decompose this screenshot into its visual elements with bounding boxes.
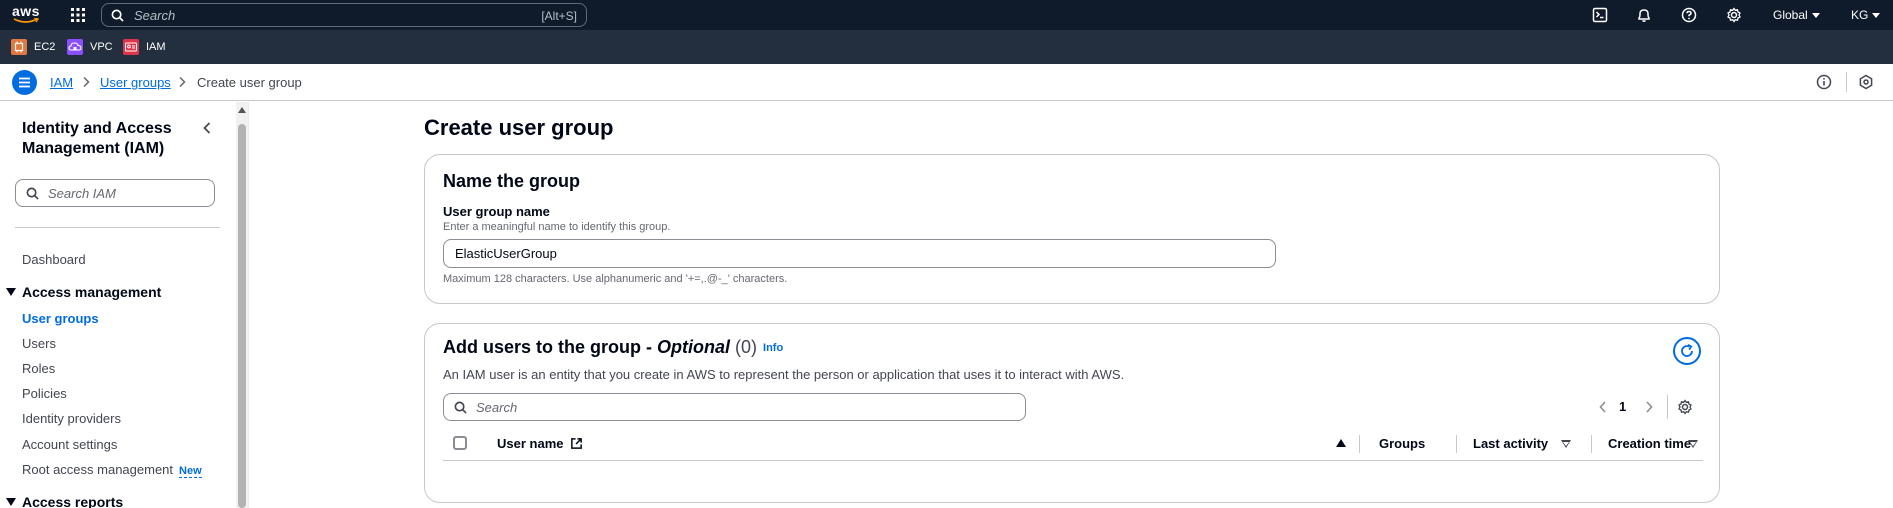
sidebar-item-policies[interactable]: Policies (22, 386, 67, 401)
column-label: User name (497, 436, 564, 451)
column-header-groups[interactable]: Groups (1379, 436, 1425, 451)
search-shortcut: [Alt+S] (541, 9, 577, 23)
column-header-user-name[interactable]: User name (497, 436, 583, 451)
column-divider (1456, 435, 1457, 453)
info-link[interactable]: Info (763, 342, 783, 354)
sort-indicator-icon[interactable] (1688, 440, 1698, 448)
aws-smile-icon (13, 18, 39, 23)
divider (1846, 72, 1847, 92)
breadcrumb-user-groups[interactable]: User groups (100, 75, 171, 90)
region-menu[interactable]: Global (1773, 8, 1820, 22)
settings-panel-icon[interactable] (1858, 74, 1874, 90)
iam-icon (123, 39, 139, 55)
region-label: Global (1773, 8, 1808, 22)
info-panel-icon[interactable] (1816, 74, 1832, 90)
sidebar-item-users[interactable]: Users (22, 336, 56, 351)
chevron-right-icon (83, 76, 90, 88)
scroll-thumb[interactable] (238, 124, 246, 508)
favorite-label: IAM (146, 41, 166, 53)
name-group-heading: Name the group (443, 171, 581, 191)
heading-prefix: Add users to the group - (443, 337, 657, 357)
expand-triangle-icon[interactable] (6, 498, 16, 506)
sidebar-item-account-settings[interactable]: Account settings (22, 437, 117, 452)
column-divider (1359, 435, 1360, 453)
sidebar-item-root-access-management[interactable]: Root access management New (22, 462, 202, 478)
new-badge: New (179, 465, 202, 478)
sidebar-section-access-reports[interactable]: Access reports (22, 494, 123, 508)
sidebar-section-access-management[interactable]: Access management (22, 284, 161, 300)
user-group-name-input[interactable] (443, 239, 1276, 268)
sidebar-item-user-groups[interactable]: User groups (22, 311, 99, 326)
table-header-row: User name Groups Last activity Creation … (443, 425, 1703, 461)
sidebar-search-placeholder: Search IAM (48, 186, 116, 201)
expand-triangle-icon[interactable] (6, 288, 16, 296)
pager-divider (1667, 395, 1668, 419)
users-count: (0) (735, 337, 758, 357)
column-header-last-activity[interactable]: Last activity (1473, 436, 1548, 451)
sidebar-scrollbar[interactable] (236, 102, 248, 508)
sort-indicator-icon[interactable] (1561, 440, 1571, 448)
refresh-button[interactable] (1673, 337, 1701, 365)
account-menu[interactable]: KG (1851, 8, 1881, 22)
sidebar-item-dashboard[interactable]: Dashboard (22, 252, 86, 267)
settings-icon[interactable] (1726, 7, 1742, 23)
cloudshell-icon[interactable] (1592, 7, 1608, 23)
select-all-checkbox[interactable] (453, 436, 467, 450)
search-icon (454, 401, 467, 414)
ec2-icon (11, 39, 27, 55)
users-search-placeholder: Search (476, 400, 518, 415)
page-title: Create user group (424, 115, 614, 140)
collapse-sidebar-icon[interactable] (201, 121, 213, 135)
help-icon[interactable] (1681, 7, 1697, 23)
hamburger-menu-icon[interactable] (12, 70, 37, 95)
bell-icon[interactable] (1636, 7, 1652, 23)
user-group-name-description: Enter a meaningful name to identify this… (443, 221, 671, 233)
sidebar-title[interactable]: Identity and Access Management (IAM) (22, 119, 192, 159)
chevron-right-icon (179, 76, 186, 88)
users-search-input[interactable]: Search (443, 393, 1026, 421)
breadcrumb-bar: IAM User groups Create user group (0, 64, 1893, 101)
next-page-icon[interactable] (1644, 400, 1654, 414)
page-number[interactable]: 1 (1619, 399, 1626, 414)
sidebar-item-roles[interactable]: Roles (22, 361, 55, 376)
add-users-heading: Add users to the group - Optional (0) Inf… (443, 337, 783, 358)
vpc-icon (67, 39, 83, 55)
sidebar: Identity and Access Management (IAM) Sea… (0, 102, 248, 508)
column-header-creation-time[interactable]: Creation time (1608, 436, 1691, 451)
external-link-icon (571, 438, 582, 449)
scroll-up-arrow-icon[interactable] (238, 107, 246, 113)
breadcrumb-current: Create user group (197, 75, 302, 90)
favorite-label: VPC (90, 41, 113, 53)
table-preferences-icon[interactable] (1677, 399, 1693, 415)
sidebar-search-input[interactable]: Search IAM (15, 179, 215, 207)
aws-logo[interactable]: aws (12, 3, 40, 25)
search-placeholder: Search (134, 8, 176, 23)
search-icon (26, 187, 39, 200)
caret-down-icon (1811, 13, 1820, 19)
previous-page-icon[interactable] (1598, 400, 1608, 414)
sidebar-item-identity-providers[interactable]: Identity providers (22, 411, 121, 426)
caret-down-icon (1872, 13, 1881, 19)
global-search-input[interactable]: Search [Alt+S] (101, 3, 587, 27)
user-group-name-label: User group name (443, 204, 550, 219)
favorite-label: EC2 (34, 41, 56, 53)
sort-ascending-icon[interactable] (1336, 439, 1346, 447)
breadcrumb-iam[interactable]: IAM (50, 75, 73, 90)
top-navigation: aws Search [Alt+S] Global KG (0, 0, 1893, 30)
account-label: KG (1851, 8, 1869, 22)
refresh-icon (1681, 344, 1693, 357)
content-divider (248, 102, 249, 508)
aws-logo-text: aws (12, 3, 40, 19)
add-users-description: An IAM user is an entity that you create… (443, 367, 1125, 382)
heading-optional: Optional (657, 337, 730, 357)
name-group-card: Name the group User group name Enter a m… (424, 154, 1720, 304)
user-group-name-constraint: Maximum 128 characters. Use alphanumeric… (443, 273, 788, 285)
services-grid-icon[interactable] (70, 7, 86, 23)
favorites-bar: EC2 VPC IAM (0, 30, 1893, 64)
sidebar-item-label: Root access management (22, 462, 174, 477)
search-icon (111, 9, 124, 22)
add-users-card: Add users to the group - Optional (0) Inf… (424, 323, 1720, 503)
column-divider (1591, 435, 1592, 453)
sidebar-divider (15, 227, 220, 228)
